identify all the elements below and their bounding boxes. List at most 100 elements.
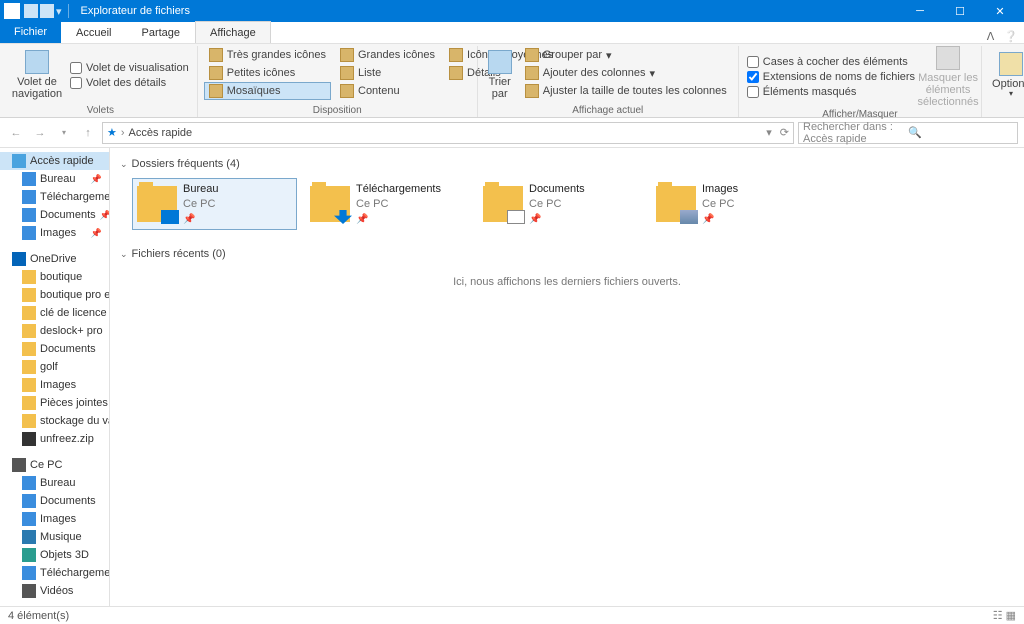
details-pane-checkbox[interactable] [70,77,82,89]
folder-tile[interactable]: Images Ce PC 📌 [651,178,816,230]
hide-selected-button[interactable]: Masquer les éléments sélectionnés [921,46,975,108]
qat-dropdown-icon[interactable]: ▾ [56,5,62,18]
sidebar-item[interactable]: Téléchargement [0,564,109,582]
folder-tile[interactable]: Téléchargements Ce PC 📌 [305,178,470,230]
layout-lg-icons[interactable]: Grandes icônes [335,46,440,64]
tiles-view-button[interactable]: ▦ [1006,609,1016,622]
folder-icon [22,396,36,410]
path-segment[interactable]: Accès rapide [129,127,193,139]
sidebar-item[interactable]: golf [0,358,109,376]
options-label: Options [992,78,1024,90]
checkbox[interactable] [747,56,759,68]
sidebar-onedrive[interactable]: OneDrive [0,250,109,268]
layout-tiles[interactable]: Mosaïques [204,82,331,100]
pin-icon: 📌 [183,213,218,226]
close-button[interactable]: ✕ [980,0,1020,22]
sidebar-item[interactable]: Vidéos [0,582,109,600]
sidebar-item[interactable]: Images [0,376,109,394]
folder-icon [22,342,36,356]
extensions-toggle[interactable]: Extensions de noms de fichiers [745,70,917,84]
sidebar-item[interactable]: clé de licence bo [0,304,109,322]
sidebar-item[interactable]: boutique [0,268,109,286]
layout-content[interactable]: Contenu [335,82,440,100]
section-title: Fichiers récents (0) [132,248,226,260]
refresh-button[interactable]: ⟳ [780,126,789,139]
title-bar: ▾ Explorateur de fichiers ─ ☐ ✕ [0,0,1024,22]
sidebar-item[interactable]: Documents [0,492,109,510]
sidebar-item[interactable]: Pièces jointes [0,394,109,412]
add-columns-button[interactable]: Ajouter des colonnes ▾ [520,64,732,82]
search-box[interactable]: Rechercher dans : Accès rapide 🔍 [798,122,1018,144]
content-area[interactable]: ⌄ Dossiers fréquents (4) Bureau Ce PC 📌 … [110,148,1024,606]
item-checkboxes-toggle[interactable]: Cases à cocher des éléments [745,55,917,69]
sort-button[interactable]: Trier par [484,46,516,104]
layout-list[interactable]: Liste [335,64,440,82]
sidebar-item[interactable]: Documents [0,340,109,358]
star-icon [12,154,26,168]
folder-tile[interactable]: Documents Ce PC 📌 [478,178,643,230]
recent-files-header[interactable]: ⌄ Fichiers récents (0) [120,248,1014,260]
nav-pane-button[interactable]: Volet de navigation [10,46,64,104]
tab-share[interactable]: Partage [126,21,195,43]
group-by-button[interactable]: Grouper par ▾ [520,46,732,64]
recent-dropdown[interactable]: ▾ [54,123,74,143]
preview-pane-toggle[interactable]: Volet de visualisation [68,61,191,75]
collapse-ribbon-icon[interactable]: ᐱ [987,30,995,43]
minimize-button[interactable]: ─ [900,0,940,22]
sidebar-item[interactable]: Images📌 [0,224,109,242]
tab-view[interactable]: Affichage [195,21,271,43]
sidebar-item[interactable]: deslock+ pro [0,322,109,340]
tile-subtitle: Ce PC [529,197,585,211]
back-button[interactable]: ← [6,123,26,143]
forward-button[interactable]: → [30,123,50,143]
sidebar-item[interactable]: Documents📌 [0,206,109,224]
sidebar[interactable]: Accès rapide Bureau📌Téléchargemen📌Docume… [0,148,110,606]
nav-pane-label: Volet de navigation [12,76,62,100]
sidebar-item[interactable]: Bureau📌 [0,170,109,188]
layout-xl-icons[interactable]: Très grandes icônes [204,46,331,64]
tab-home[interactable]: Accueil [61,21,126,43]
sidebar-item[interactable]: Musique [0,528,109,546]
folder-icon [22,288,36,302]
sidebar-item[interactable]: Objets 3D [0,546,109,564]
folder-icon [310,186,350,222]
folder-icon [22,360,36,374]
details-pane-toggle[interactable]: Volet des détails [68,76,191,90]
help-icon[interactable]: ❔ [1004,30,1018,43]
checkbox[interactable] [747,71,759,83]
folder-icon [22,584,36,598]
sidebar-item[interactable]: stockage du valo [0,412,109,430]
folder-icon [22,530,36,544]
qat-icon[interactable] [24,4,38,18]
tile-name: Téléchargements [356,182,441,196]
layout-icon [209,48,223,62]
group-label [988,104,1024,117]
recent-empty-message: Ici, nous affichons les derniers fichier… [120,276,1014,288]
sidebar-item[interactable]: Images [0,510,109,528]
preview-pane-label: Volet de visualisation [86,62,189,74]
qat-icon[interactable] [40,4,54,18]
sidebar-this-pc[interactable]: Ce PC [0,456,109,474]
layout-icon [340,48,354,62]
address-dropdown-icon[interactable]: ▾ [766,126,772,139]
size-columns-button[interactable]: Ajuster la taille de toutes les colonnes [520,82,732,100]
up-button[interactable]: ↑ [78,123,98,143]
checkbox[interactable] [747,86,759,98]
details-view-button[interactable]: ☷ [993,609,1003,622]
address-bar[interactable]: ★ › Accès rapide ▾ ⟳ [102,122,794,144]
frequent-folders-header[interactable]: ⌄ Dossiers fréquents (4) [120,158,1014,170]
sidebar-item[interactable]: Téléchargemen📌 [0,188,109,206]
layout-sm-icons[interactable]: Petites icônes [204,64,331,82]
hidden-items-toggle[interactable]: Éléments masqués [745,85,917,99]
sidebar-item[interactable]: unfreez.zip [0,430,109,448]
tab-file[interactable]: Fichier [0,21,61,43]
folder-tile[interactable]: Bureau Ce PC 📌 [132,178,297,230]
sidebar-quick-access[interactable]: Accès rapide [0,152,109,170]
search-icon[interactable]: 🔍 [908,126,1013,139]
tile-subtitle: Ce PC [356,197,441,211]
preview-pane-checkbox[interactable] [70,62,82,74]
sidebar-item[interactable]: Bureau [0,474,109,492]
sidebar-item[interactable]: boutique pro ese [0,286,109,304]
options-button[interactable]: Options ▾ [988,46,1024,104]
maximize-button[interactable]: ☐ [940,0,980,22]
